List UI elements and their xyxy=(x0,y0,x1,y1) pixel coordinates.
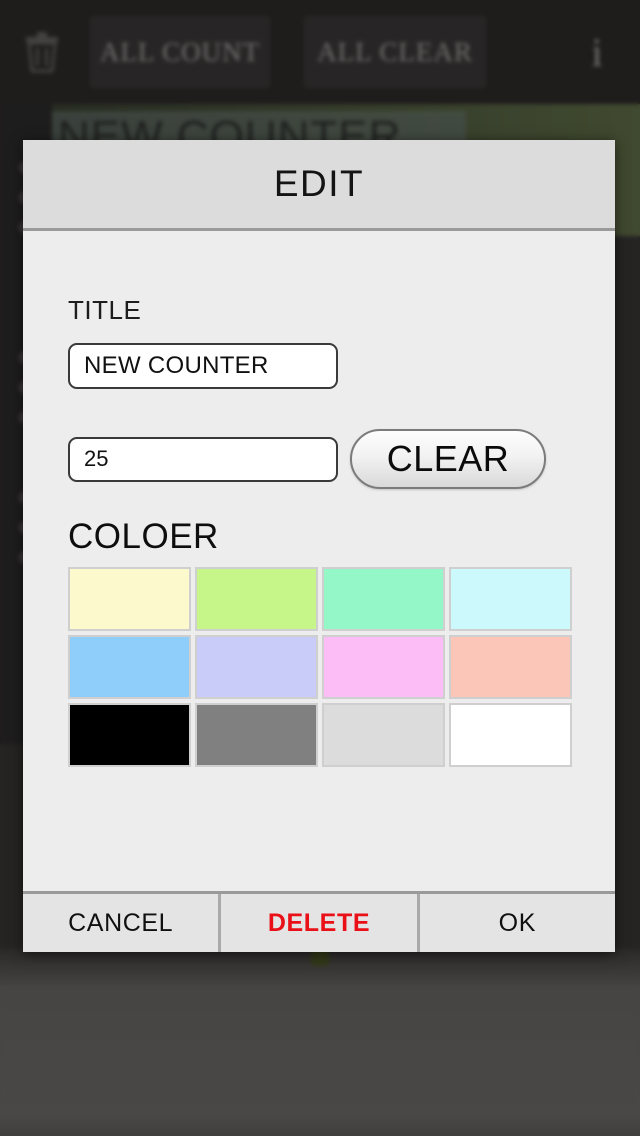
title-field-label: TITLE xyxy=(68,295,142,325)
ok-button[interactable]: OK xyxy=(419,894,615,952)
dialog-title: EDIT xyxy=(273,163,365,204)
app-screen: NEW COUNTER ALL COUNT ALL CLEAR i EDIT T… xyxy=(0,0,640,1136)
color-swatch-lavender[interactable] xyxy=(195,635,318,699)
color-swatch-grid xyxy=(68,567,572,767)
color-swatch-light-green[interactable] xyxy=(195,567,318,631)
color-swatch-sky-blue[interactable] xyxy=(68,635,191,699)
dialog-footer: CANCEL DELETE OK xyxy=(23,891,615,952)
title-input[interactable]: NEW COUNTER xyxy=(68,343,338,389)
color-swatch-mint-green[interactable] xyxy=(322,567,445,631)
dialog-header: EDIT xyxy=(23,140,615,231)
dialog-body: TITLE NEW COUNTER 25 CLEAR COLOER xyxy=(23,231,615,891)
delete-button[interactable]: DELETE xyxy=(221,894,417,952)
color-swatch-pale-yellow[interactable] xyxy=(68,567,191,631)
count-input[interactable]: 25 xyxy=(68,436,338,482)
count-row: 25 CLEAR xyxy=(68,429,570,489)
cancel-button[interactable]: CANCEL xyxy=(23,894,219,952)
color-swatch-pale-cyan[interactable] xyxy=(449,567,572,631)
clear-button[interactable]: CLEAR xyxy=(350,429,546,489)
edit-dialog: EDIT TITLE NEW COUNTER 25 CLEAR COLOER C… xyxy=(23,140,615,952)
color-section-label: COLOER xyxy=(68,517,219,556)
color-swatch-white[interactable] xyxy=(449,703,572,767)
color-swatch-black[interactable] xyxy=(68,703,191,767)
color-swatch-pink[interactable] xyxy=(322,635,445,699)
color-swatch-gray[interactable] xyxy=(195,703,318,767)
color-swatch-light-gray[interactable] xyxy=(322,703,445,767)
color-swatch-peach[interactable] xyxy=(449,635,572,699)
